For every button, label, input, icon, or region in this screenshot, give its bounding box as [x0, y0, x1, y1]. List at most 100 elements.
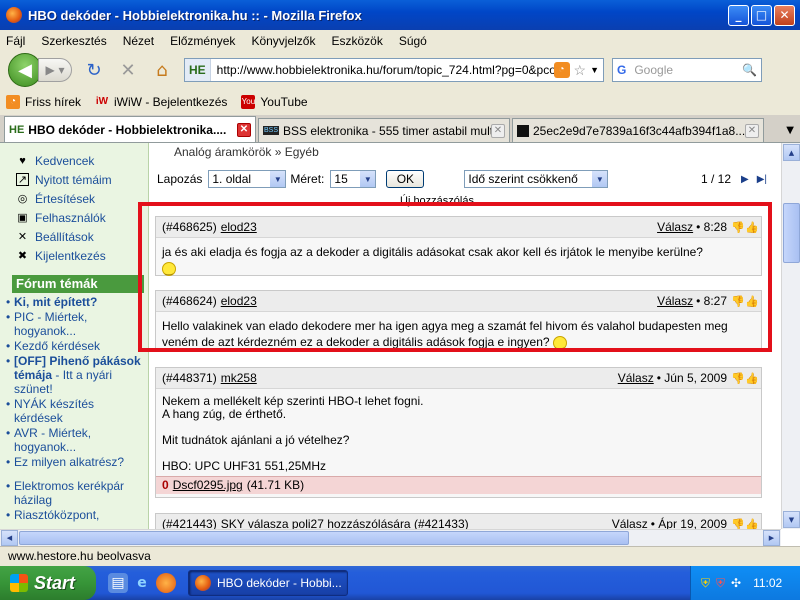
search-input[interactable]: Google	[634, 63, 742, 77]
start-button[interactable]: Start	[0, 566, 96, 600]
users-icon: ▣	[17, 212, 28, 224]
scroll-up-icon[interactable]: ▲	[783, 144, 800, 161]
post-author[interactable]: mk258	[221, 371, 257, 385]
sidebar-item-kijelentkezes[interactable]: ✖ Kijelentkezés	[0, 246, 148, 265]
thumb-up-icon[interactable]: 👍	[745, 372, 759, 385]
last-page-icon[interactable]: ▶|	[757, 174, 767, 185]
minimize-button[interactable]: _	[728, 4, 749, 26]
site-identity-badge[interactable]: HE	[185, 59, 211, 81]
thumb-down-icon[interactable]: 👎	[731, 295, 745, 308]
tab-bss-elektronika[interactable]: BSS BSS elektronika - 555 timer astabil …	[258, 118, 510, 142]
size-select[interactable]: 15 ▼	[330, 170, 377, 188]
paperclip-icon: 0	[162, 478, 169, 492]
bookmark-star-icon[interactable]: ☆	[574, 62, 587, 79]
sort-select[interactable]: Idő szerint csökkenő ▼	[464, 170, 609, 188]
menu-help[interactable]: Súgó	[399, 34, 427, 48]
post-author[interactable]: elod23	[221, 294, 257, 308]
scroll-left-icon[interactable]: ◀	[1, 530, 18, 546]
firefox-icon[interactable]	[156, 573, 176, 593]
topic-link[interactable]: AVR - Miértek, hogyanok...	[0, 426, 148, 454]
reply-link[interactable]: Válasz	[618, 371, 654, 385]
internet-explorer-icon[interactable]: e	[132, 573, 152, 593]
bookmark-iwiw[interactable]: iW iWiW - Bejelentkezés	[95, 95, 227, 109]
antivirus-icon[interactable]: ⛨	[716, 576, 725, 591]
thumb-up-icon[interactable]: 👍	[745, 221, 759, 234]
breadcrumb[interactable]: Analóg áramkörök » Egyéb	[174, 145, 319, 159]
menu-history[interactable]: Előzmények	[170, 34, 235, 48]
close-tab-icon[interactable]: ✕	[237, 122, 251, 137]
close-tab-icon[interactable]: ✕	[491, 123, 505, 138]
topic-link[interactable]: Elektromos kerékpár házilag	[0, 479, 148, 507]
menu-file[interactable]: Fájl	[6, 34, 25, 48]
post-time: • Ápr 19, 2009	[650, 517, 727, 529]
system-tray: ⛨ ⛨ ✣ 11:02	[690, 566, 800, 600]
menu-tools[interactable]: Eszközök	[331, 34, 382, 48]
show-desktop-icon[interactable]: ▤	[108, 573, 128, 593]
scroll-right-icon[interactable]: ▶	[763, 530, 780, 546]
ok-button[interactable]: OK	[386, 170, 425, 188]
reply-link[interactable]: Válasz	[612, 517, 648, 529]
tab-hbo-dekoder[interactable]: HE HBO dekóder - Hobbielektronika.... ✕	[4, 116, 256, 142]
topic-link[interactable]: NYÁK készítés kérdések	[0, 397, 148, 425]
sidebar-item-ertesitesek[interactable]: ◎ Értesítések	[0, 189, 148, 208]
bookmarks-toolbar: ◔ Friss hírek iW iWiW - Bejelentkezés You Y…	[0, 89, 800, 115]
back-button[interactable]: ◀	[8, 53, 42, 87]
sidebar-item-nyitott-temaim[interactable]: ↗ Nyitott témáim	[0, 170, 148, 189]
sidebar-item-beallitasok[interactable]: ✕ Beállítások	[0, 227, 148, 246]
bookmark-friss-hirek[interactable]: ◔ Friss hírek	[6, 95, 81, 109]
url-bar[interactable]: HE http://www.hobbielektronika.hu/forum/…	[184, 58, 604, 82]
next-page-icon[interactable]: ▶	[741, 174, 749, 185]
thumb-down-icon[interactable]: 👎	[731, 518, 745, 529]
security-shield-icon[interactable]: ⛨	[701, 576, 710, 591]
reload-icon[interactable]: ↻	[82, 58, 106, 82]
menu-view[interactable]: Nézet	[123, 34, 154, 48]
post-body: Hello valakinek van elado dekodere mer h…	[156, 312, 761, 356]
search-engine-icon[interactable]: G	[617, 63, 626, 77]
reply-link[interactable]: Válasz	[657, 220, 693, 234]
topic-link[interactable]: Kezdő kérdések	[0, 339, 148, 353]
thumb-up-icon[interactable]: 👍	[745, 295, 759, 308]
topic-link[interactable]: Ez milyen alkatrész?	[0, 455, 148, 469]
url-input[interactable]: http://www.hobbielektronika.hu/forum/top…	[211, 63, 554, 77]
horizontal-scroll-thumb[interactable]	[19, 531, 629, 545]
post-author[interactable]: elod23	[221, 220, 257, 234]
topic-link[interactable]: [OFF] Pihenő pákások témája - Itt a nyár…	[0, 354, 148, 396]
thumb-down-icon[interactable]: 👎	[731, 372, 745, 385]
horizontal-scrollbar[interactable]: ◀ ▶	[0, 529, 781, 546]
search-box[interactable]: G Google 🔍	[612, 58, 762, 82]
tab-image[interactable]: 25ec2e9d7e7839a16f3c44afb394f1a8... ✕	[512, 118, 764, 142]
sidebar-item-kedvencek[interactable]: ♥ Kedvencek	[0, 151, 148, 170]
topic-link[interactable]: PIC - Miértek, hogyanok...	[0, 310, 148, 338]
home-icon[interactable]: ⌂	[150, 58, 174, 82]
clock: 11:02	[753, 576, 783, 590]
reply-link[interactable]: Válasz	[657, 294, 693, 308]
new-comment-link[interactable]: Új hozzászólás	[400, 195, 474, 207]
rss-icon[interactable]: ◔	[553, 62, 570, 78]
close-window-button[interactable]: ✕	[774, 4, 795, 26]
vertical-scrollbar[interactable]: ▲ ▼	[781, 143, 800, 529]
bookmark-youtube[interactable]: You YouTube	[241, 95, 308, 109]
forum-sidebar: ♥ Kedvencek ↗ Nyitott témáim ◎ Értesítések …	[0, 143, 149, 529]
maximize-button[interactable]: □	[751, 4, 772, 26]
url-dropdown-icon[interactable]: ▼	[590, 65, 599, 75]
page-select[interactable]: 1. oldal ▼	[208, 170, 287, 188]
search-icon[interactable]: 🔍	[742, 63, 757, 77]
forward-button[interactable]: ▶ ▾	[38, 58, 72, 82]
topic-link[interactable]: Riasztóközpont,	[0, 508, 148, 522]
window-title: HBO dekóder - Hobbielektronika.hu :: - M…	[28, 7, 362, 23]
menu-bookmarks[interactable]: Könyvjelzők	[251, 34, 315, 48]
close-tab-icon[interactable]: ✕	[745, 123, 759, 138]
attachment-link[interactable]: Dscf0295.jpg	[173, 479, 243, 492]
taskbar-firefox-window[interactable]: HBO dekóder - Hobbi...	[188, 570, 348, 596]
network-icon[interactable]: ✣	[731, 576, 741, 590]
tab-list-icon[interactable]: ▼	[786, 125, 794, 136]
vertical-scroll-thumb[interactable]	[783, 203, 800, 263]
thumb-down-icon[interactable]: 👎	[731, 221, 745, 234]
thumb-up-icon[interactable]: 👍	[745, 518, 759, 529]
menu-edit[interactable]: Szerkesztés	[41, 34, 106, 48]
post-author: SKY válasza poli27 hozzászólására (#4214…	[220, 517, 469, 529]
stop-icon[interactable]: ✕	[116, 58, 140, 82]
sidebar-item-felhasznalok[interactable]: ▣ Felhasználók	[0, 208, 148, 227]
scroll-down-icon[interactable]: ▼	[783, 511, 800, 528]
topic-link[interactable]: Ki, mit épített?	[0, 295, 148, 309]
